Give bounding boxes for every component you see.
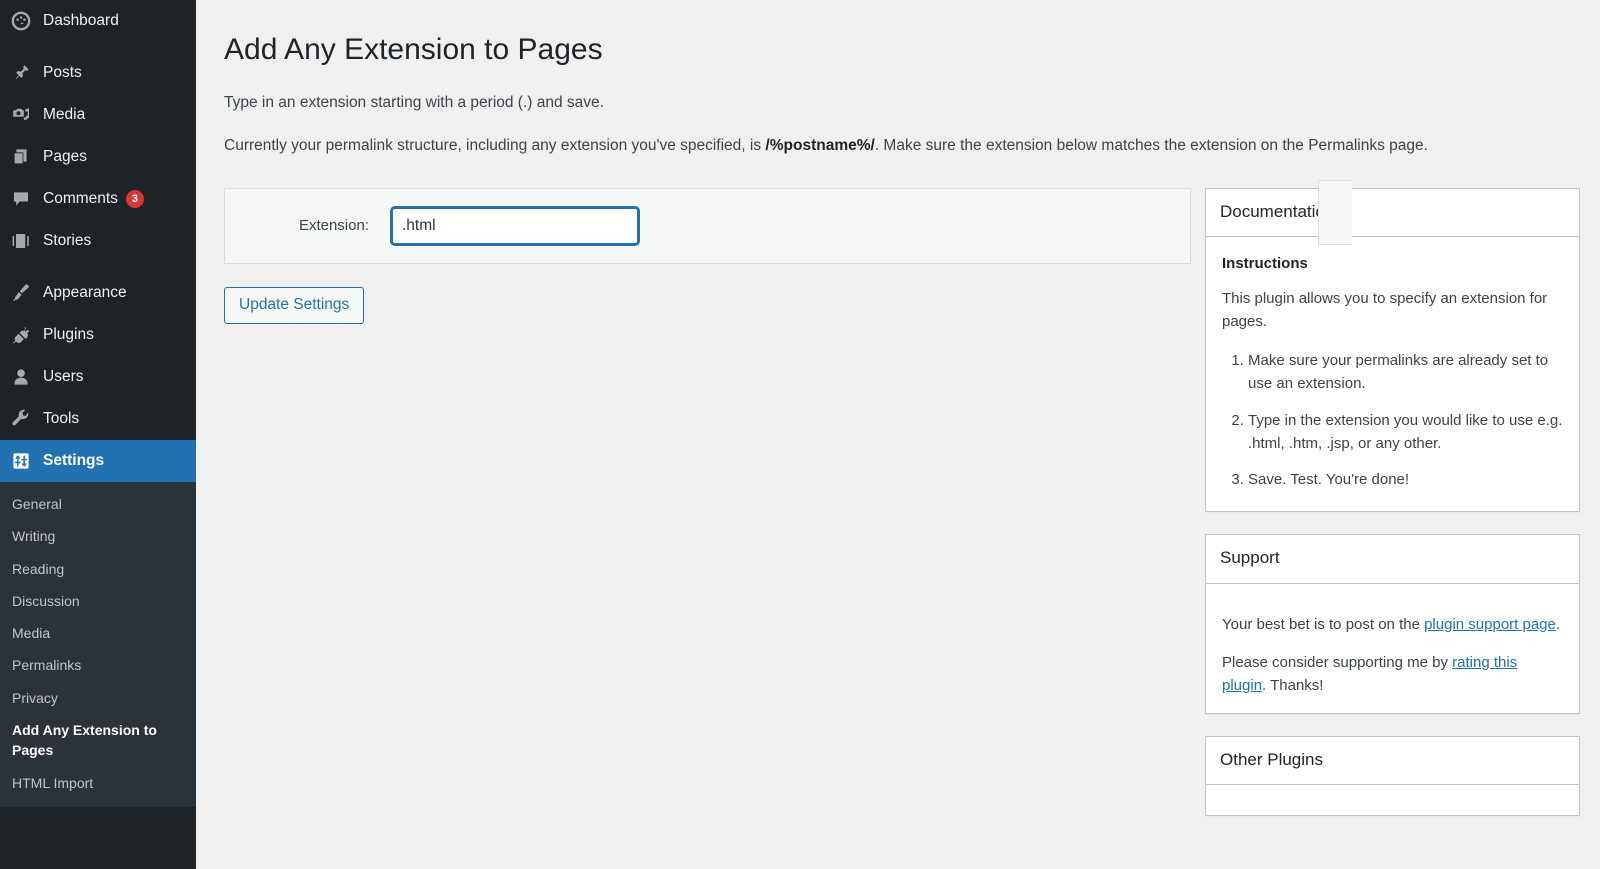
extension-form-row: Extension: bbox=[241, 206, 1174, 245]
submenu-item-privacy[interactable]: Privacy bbox=[0, 682, 196, 714]
submenu-item-writing[interactable]: Writing bbox=[0, 520, 196, 552]
menu-separator bbox=[0, 42, 196, 52]
media-icon bbox=[10, 104, 32, 126]
permalink-structure-value: /%postname%/ bbox=[765, 136, 875, 154]
sidebar-item-appearance[interactable]: Appearance bbox=[0, 272, 196, 314]
metabox-sidebar: Documentation Instructions This plugin a… bbox=[1205, 187, 1580, 839]
content-columns: Extension: Update Settings Documentation… bbox=[224, 187, 1580, 839]
support-line-1: Your best bet is to post on the plugin s… bbox=[1222, 613, 1563, 636]
support-metabox: Support Your best bet is to post on the … bbox=[1205, 534, 1580, 715]
support-metabox-title: Support bbox=[1206, 535, 1579, 584]
permalink-text-before: Currently your permalink structure, incl… bbox=[224, 136, 766, 154]
support-text-after: . bbox=[1555, 615, 1561, 633]
sidebar-item-dashboard[interactable]: Dashboard bbox=[0, 0, 196, 42]
sidebar-item-media[interactable]: Media bbox=[0, 94, 196, 136]
submenu-item-discussion[interactable]: Discussion bbox=[0, 585, 196, 617]
other-plugins-metabox-body bbox=[1206, 785, 1579, 815]
submenu-item-general[interactable]: General bbox=[0, 488, 196, 520]
stories-icon bbox=[10, 230, 32, 252]
pin-icon bbox=[10, 62, 32, 84]
sidebar-item-label: Media bbox=[43, 106, 86, 124]
instructions-steps: Make sure your permalinks are already se… bbox=[1222, 349, 1563, 491]
brush-icon bbox=[10, 282, 32, 304]
page-description-2: Currently your permalink structure, incl… bbox=[224, 134, 1484, 159]
submenu-item-media[interactable]: Media bbox=[0, 617, 196, 649]
admin-sidebar: Dashboard Posts Media Pages Comments 3 S… bbox=[0, 0, 196, 869]
sidebar-item-label: Posts bbox=[43, 64, 82, 82]
sidebar-edge-box bbox=[1318, 180, 1352, 245]
menu-separator bbox=[0, 262, 196, 272]
pages-icon bbox=[10, 146, 32, 168]
submenu-item-add-any-extension-to-pages[interactable]: Add Any Extension to Pages bbox=[0, 714, 196, 767]
other-plugins-metabox: Other Plugins bbox=[1205, 736, 1580, 817]
user-icon bbox=[10, 366, 32, 388]
instructions-step: Type in the extension you would like to … bbox=[1248, 409, 1563, 456]
update-settings-button[interactable]: Update Settings bbox=[224, 286, 365, 325]
sidebar-item-tools[interactable]: Tools bbox=[0, 398, 196, 440]
sidebar-item-label: Plugins bbox=[43, 326, 94, 344]
permalink-text-after: . Make sure the extension below matches … bbox=[874, 136, 1428, 154]
sidebar-item-comments[interactable]: Comments 3 bbox=[0, 178, 196, 220]
dashboard-icon bbox=[10, 10, 32, 32]
documentation-metabox-title: Documentation bbox=[1206, 189, 1579, 237]
settings-submenu: General Writing Reading Discussion Media… bbox=[0, 482, 196, 807]
rating-text-after: . Thanks! bbox=[1262, 677, 1324, 695]
sidebar-item-stories[interactable]: Stories bbox=[0, 220, 196, 262]
documentation-metabox-body: Instructions This plugin allows you to s… bbox=[1206, 237, 1579, 512]
sidebar-item-users[interactable]: Users bbox=[0, 356, 196, 398]
sidebar-item-posts[interactable]: Posts bbox=[0, 52, 196, 94]
instructions-step: Make sure your permalinks are already se… bbox=[1248, 349, 1563, 396]
wrench-icon bbox=[10, 408, 32, 430]
submenu-item-permalinks[interactable]: Permalinks bbox=[0, 649, 196, 681]
settings-icon bbox=[10, 450, 32, 472]
comments-count-badge: 3 bbox=[125, 190, 144, 208]
sidebar-item-label: Comments bbox=[43, 190, 118, 208]
other-plugins-metabox-title: Other Plugins bbox=[1206, 737, 1579, 786]
sidebar-item-label: Tools bbox=[43, 410, 80, 428]
sidebar-item-pages[interactable]: Pages bbox=[0, 136, 196, 178]
sidebar-item-label: Users bbox=[43, 368, 84, 386]
sidebar-item-label: Settings bbox=[43, 452, 105, 470]
page-title: Add Any Extension to Pages bbox=[224, 33, 603, 66]
extension-form-table: Extension: bbox=[224, 187, 1191, 264]
submenu-item-html-import[interactable]: HTML Import bbox=[0, 767, 196, 799]
main-content: Add Any Extension to Pages Type in an ex… bbox=[196, 0, 1600, 869]
page-description-1: Type in an extension starting with a per… bbox=[224, 94, 604, 111]
plugin-support-page-link[interactable]: plugin support page bbox=[1424, 616, 1556, 633]
instructions-intro: This plugin allows you to specify an ext… bbox=[1222, 289, 1548, 330]
sidebar-item-label: Pages bbox=[43, 148, 87, 166]
sidebar-item-settings[interactable]: Settings bbox=[0, 440, 196, 482]
rating-text-before: Please consider supporting me by bbox=[1222, 653, 1453, 671]
admin-page: Dashboard Posts Media Pages Comments 3 S… bbox=[0, 0, 1600, 869]
instructions-step: Save. Test. You're done! bbox=[1248, 468, 1563, 491]
submenu-item-reading[interactable]: Reading bbox=[0, 553, 196, 585]
support-metabox-body: Your best bet is to post on the plugin s… bbox=[1206, 584, 1579, 714]
settings-form-column: Extension: Update Settings bbox=[224, 187, 1205, 325]
support-text-before: Your best bet is to post on the bbox=[1222, 615, 1425, 633]
comment-icon bbox=[10, 188, 32, 210]
plug-icon bbox=[10, 324, 32, 346]
instructions-heading: Instructions bbox=[1222, 254, 1308, 272]
support-line-2: Please consider supporting me by rating … bbox=[1222, 651, 1563, 698]
sidebar-item-plugins[interactable]: Plugins bbox=[0, 314, 196, 356]
documentation-metabox: Documentation Instructions This plugin a… bbox=[1205, 187, 1580, 513]
sidebar-item-label: Dashboard bbox=[43, 12, 119, 30]
extension-field-label: Extension: bbox=[298, 217, 369, 235]
sidebar-item-label: Stories bbox=[43, 232, 92, 250]
extension-input[interactable] bbox=[391, 206, 639, 245]
sidebar-item-label: Appearance bbox=[43, 284, 127, 302]
